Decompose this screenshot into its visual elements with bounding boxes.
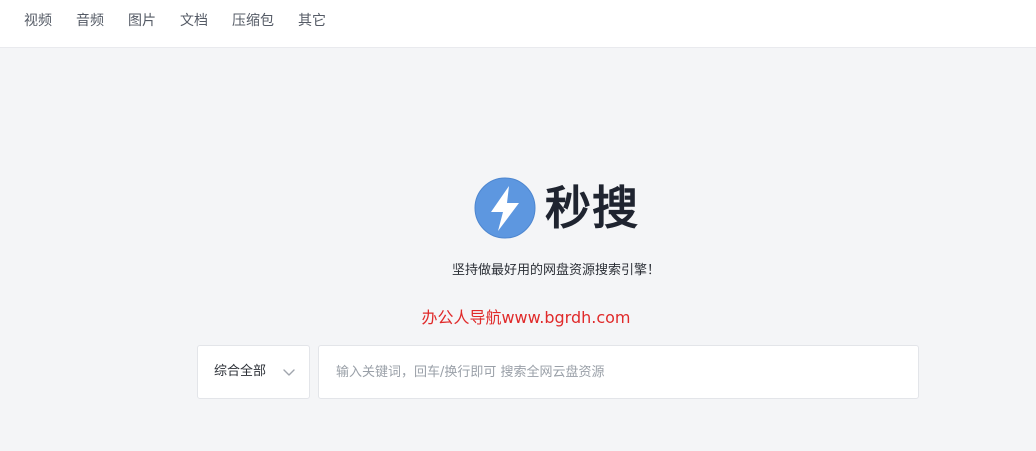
nav-item-image[interactable]: 图片 — [128, 12, 156, 30]
category-select-value: 综合全部 — [214, 364, 267, 379]
search-box — [318, 345, 919, 399]
nav-item-video[interactable]: 视频 — [24, 12, 52, 30]
lightning-bolt-icon — [474, 177, 536, 239]
top-navigation-bar: 视频 音频 图片 文档 压缩包 其它 — [0, 0, 1036, 48]
category-select[interactable]: 综合全部 — [197, 345, 310, 399]
tagline: 坚持做最好用的网盘资源搜索引擎！ — [451, 263, 660, 278]
chevron-down-icon — [283, 369, 295, 376]
brand-name: 秒搜 — [545, 181, 639, 235]
nav-item-document[interactable]: 文档 — [180, 12, 208, 30]
nav-item-audio[interactable]: 音频 — [76, 12, 104, 30]
nav-item-archive[interactable]: 压缩包 — [232, 12, 274, 30]
search-input[interactable] — [319, 346, 918, 398]
watermark-text: 办公人导航www.bgrdh.com — [421, 308, 631, 327]
nav-item-other[interactable]: 其它 — [298, 12, 326, 30]
